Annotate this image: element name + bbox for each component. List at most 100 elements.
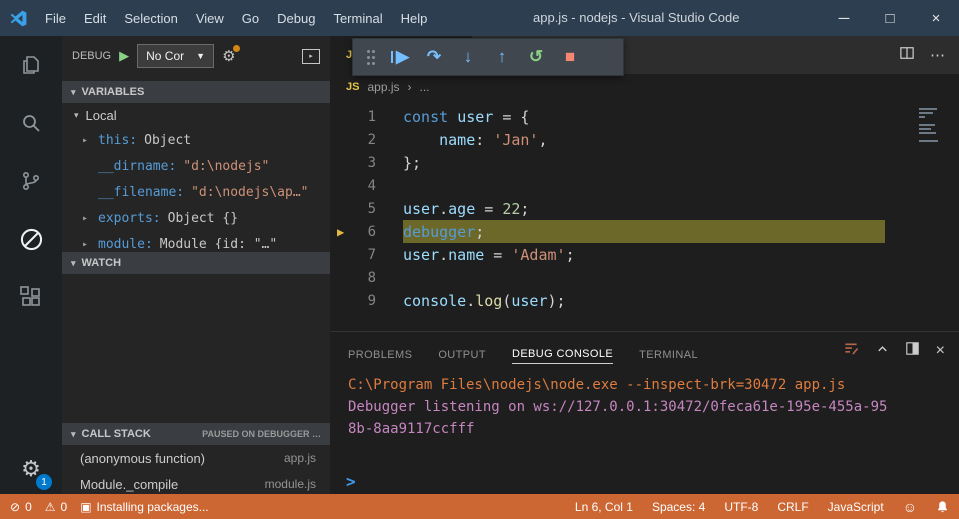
line-number[interactable]: 8 [330,270,376,286]
menu-debug[interactable]: Debug [268,0,324,36]
scope-local[interactable]: ▾ Local [62,103,330,127]
source-control-icon[interactable] [0,152,62,210]
expand-arrow-icon[interactable]: ▸ [82,213,98,224]
code-editor[interactable]: 1 const user = { 2 name: 'Jan', 3 }; 4 5… [330,100,959,331]
close-panel-icon[interactable]: × [936,342,945,360]
code-line[interactable]: 4 [330,174,959,197]
debug-config-dropdown[interactable]: No Cor ▼ [137,44,215,68]
more-actions-icon[interactable]: ⋯ [930,46,945,64]
code-token: user [511,291,548,310]
tab-output[interactable]: OUTPUT [438,349,486,364]
stack-frame[interactable]: (anonymous function) app.js [62,445,330,471]
breadcrumb-file[interactable]: app.js [367,80,399,94]
code-line[interactable]: 8 [330,266,959,289]
error-value: 0 [25,499,32,514]
bell-icon[interactable] [936,500,949,514]
line-content: console. log(user); [403,289,885,312]
tab-terminal[interactable]: TERMINAL [639,349,698,364]
menu-go[interactable]: Go [233,0,268,36]
code-line[interactable]: 1 const user = { [330,105,959,128]
menu-file[interactable]: File [36,0,75,36]
variable-row-module[interactable]: ▸ module: Module {id: "…" [62,231,330,250]
line-number[interactable]: 7 [330,247,376,263]
explorer-icon[interactable] [0,36,62,94]
line-number[interactable]: 3 [330,155,376,171]
status-message[interactable]: ▣ Installing packages... [80,500,208,514]
menu-edit[interactable]: Edit [75,0,115,36]
code-line[interactable]: 3 }; [330,151,959,174]
watch-section-header[interactable]: ▾ WATCH [62,252,330,274]
tab-problems[interactable]: PROBLEMS [348,349,412,364]
breadcrumb-symbol[interactable]: ... [420,80,430,94]
warning-count[interactable]: ⚠ 0 [45,500,67,514]
stop-button[interactable]: ■ [553,47,587,67]
code-token: = { [493,107,530,126]
panel-actions: × [843,341,945,361]
debug-icon[interactable] [0,210,62,268]
call-stack-section-header[interactable]: ▾ CALL STACK PAUSED ON DEBUGGER … [62,423,330,445]
minimize-button[interactable]: ─ [821,0,867,36]
start-debug-icon[interactable]: ▶ [119,48,129,64]
variable-row-this[interactable]: ▸ this: Object [62,127,330,153]
toolbar-drag-handle[interactable] [365,49,377,65]
search-icon[interactable] [0,94,62,152]
minimap[interactable] [919,108,945,144]
breadcrumb[interactable]: JS app.js › ... [330,74,959,100]
maximize-button[interactable]: □ [867,0,913,36]
menu-help[interactable]: Help [392,0,437,36]
collapse-panel-icon[interactable] [876,342,889,360]
line-number[interactable]: 9 [330,293,376,309]
code-line[interactable]: 7 user. name = 'Adam'; [330,243,959,266]
settings-gear-icon[interactable]: ⚙ [0,456,62,482]
language-mode[interactable]: JavaScript [828,500,884,514]
line-number[interactable]: 4 [330,178,376,194]
feedback-smiley-icon[interactable]: ☺ [903,499,917,515]
tab-debug-console[interactable]: DEBUG CONSOLE [511,348,614,364]
stack-frame[interactable]: Module._compile module.js [62,471,330,494]
frame-file: module.js [264,477,316,491]
line-number[interactable]: 5 [330,201,376,217]
cursor-position[interactable]: Ln 6, Col 1 [575,500,633,514]
variables-section-header[interactable]: ▾ VARIABLES [62,81,330,103]
eol-setting[interactable]: CRLF [777,500,808,514]
code-line-current[interactable]: ▶ 6 debugger; [330,220,959,243]
open-debug-console-icon[interactable]: ▸ [302,48,320,64]
line-content: }; [403,151,885,174]
error-count[interactable]: ⊘ 0 [10,500,32,514]
bottom-panel: PROBLEMS OUTPUT DEBUG CONSOLE TERMINAL ×… [330,331,959,494]
config-warning-dot [232,45,240,52]
extensions-icon[interactable] [0,268,62,326]
menu-view[interactable]: View [187,0,233,36]
indentation-setting[interactable]: Spaces: 4 [652,500,705,514]
expand-arrow-icon[interactable]: ▸ [82,239,98,250]
menu-selection[interactable]: Selection [115,0,186,36]
clear-console-icon[interactable] [843,341,859,361]
code-token: log [475,291,503,310]
step-into-button[interactable]: ↓ [451,47,485,67]
code-line[interactable]: 2 name: 'Jan', [330,128,959,151]
menu-terminal[interactable]: Terminal [324,0,391,36]
line-number[interactable]: 1 [330,109,376,125]
code-line[interactable]: 5 user. age = 22; [330,197,959,220]
variable-row-exports[interactable]: ▸ exports: Object {} [62,205,330,231]
configure-gear-icon[interactable]: ⚙ [222,45,240,65]
warning-icon: ⚠ [44,499,56,514]
code-line[interactable]: 9 console. log(user); [330,289,959,312]
variable-row-filename[interactable]: __filename: "d:\nodejs\ap…" [62,179,330,205]
close-button[interactable]: × [913,0,959,36]
console-input[interactable]: > [330,470,959,492]
encoding-setting[interactable]: UTF-8 [724,500,758,514]
step-out-button[interactable]: ↑ [485,47,519,67]
restart-button[interactable]: ↺ [519,47,553,67]
variable-row-dirname[interactable]: __dirname: "d:\nodejs" [62,153,330,179]
variable-name: __filename: [98,184,185,200]
split-editor-icon[interactable] [900,46,914,64]
variable-name: this: [98,132,138,148]
maximize-panel-icon[interactable] [905,342,919,360]
scope-collapse-icon: ▾ [74,109,79,120]
continue-button[interactable]: ▶ [383,47,417,67]
section-collapse-icon: ▾ [71,257,76,268]
step-over-button[interactable]: ↷ [417,47,451,67]
expand-arrow-icon[interactable]: ▸ [82,135,98,146]
line-number[interactable]: 2 [330,132,376,148]
